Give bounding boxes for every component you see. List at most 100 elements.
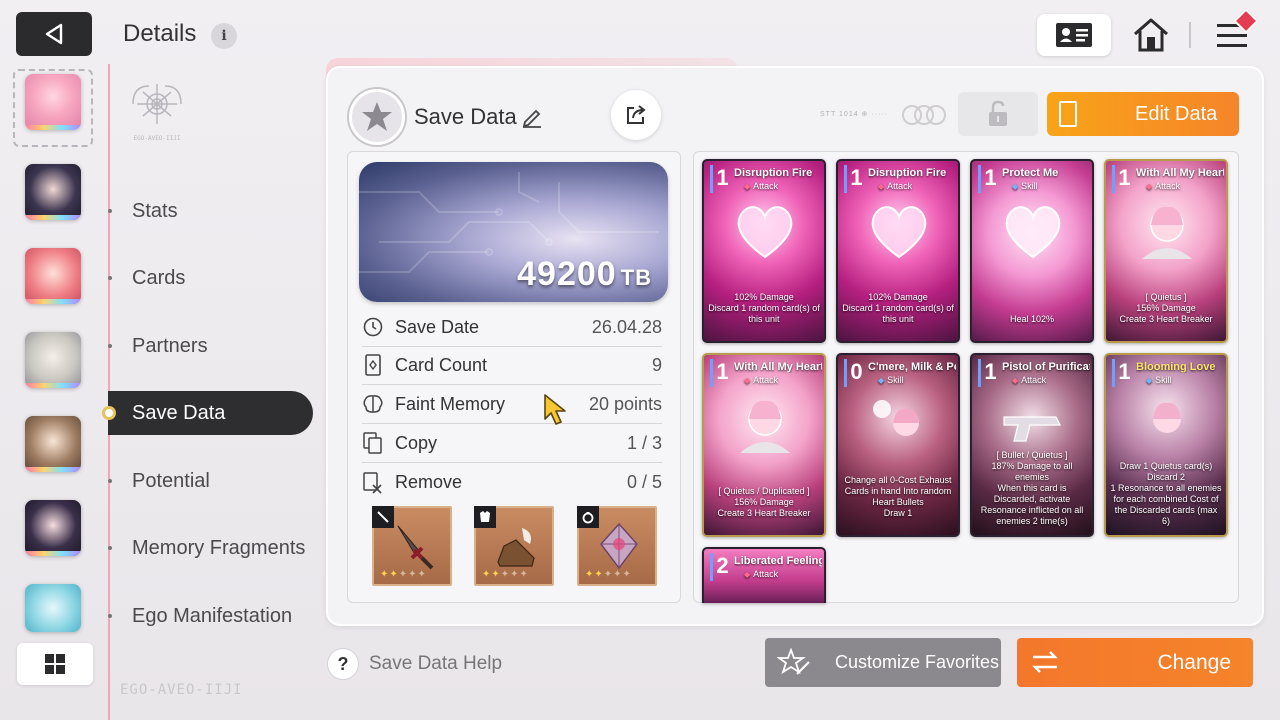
card-cost: 0 [844, 359, 866, 387]
brain-icon [362, 393, 384, 415]
card-icon [362, 354, 384, 376]
pistol-art-icon [1003, 416, 1061, 442]
help-button[interactable]: ? [327, 648, 359, 680]
card-item[interactable]: 1 With All My Heart! Attack [ Quietus ] … [1104, 159, 1228, 343]
nav-item-ego-manifestation[interactable]: Ego Manifestation [108, 594, 328, 638]
nav-item-potential[interactable]: Potential [108, 459, 313, 503]
avatar-character-2[interactable] [25, 164, 81, 220]
card-cost: 1 [710, 359, 732, 387]
equipment-slot-armor[interactable]: ✦✦✦✦✦ [474, 506, 554, 586]
card-cost: 1 [1112, 359, 1134, 387]
card-cost: 1 [978, 165, 1000, 193]
share-button[interactable] [611, 90, 661, 140]
avatar-character-6[interactable] [25, 500, 81, 556]
card-item[interactable]: 0 C'mere, Milk & Pong! Skill Change all … [836, 353, 960, 537]
edit-data-button[interactable]: Edit Data [1047, 92, 1239, 136]
change-button[interactable]: Change [1017, 638, 1253, 687]
stat-label: Copy [395, 432, 438, 453]
stat-value: 0 / 5 [626, 472, 662, 492]
tb-amount: 49200 [517, 255, 617, 293]
profile-button[interactable] [1037, 14, 1111, 56]
back-arrow-icon [45, 23, 63, 45]
nav-label: Potential [132, 469, 210, 492]
stat-row-remove: Remove 0 / 5 [362, 463, 662, 502]
page-title: Details [123, 20, 197, 47]
grid-view-button[interactable] [17, 643, 93, 685]
customize-favorites-button[interactable]: Customize Favorites [765, 638, 1001, 687]
equipment-slot-accessory[interactable]: ✦✦✦✦✦ [577, 506, 657, 586]
card-name: Blooming Love [1136, 361, 1216, 373]
card-item[interactable]: 2 Liberated Feelings Attack [702, 547, 826, 603]
card-name: With All My Heart! [734, 361, 822, 373]
swap-icon [1032, 651, 1058, 673]
card-item[interactable]: 1 Disruption Fire Attack 102% Damage Dis… [702, 159, 826, 343]
rings-icon [902, 105, 946, 125]
nav-item-save-data[interactable]: Save Data [102, 391, 313, 435]
nav-item-stats[interactable]: Stats [108, 189, 313, 233]
panel-serial-text: STT 1014 ⊕ ····· [820, 111, 889, 118]
stat-value: 26.04.28 [591, 316, 662, 337]
stat-row-faint-memory: Faint Memory 20 points [362, 385, 662, 424]
mouse-cursor-icon [543, 393, 571, 432]
armor-icon [474, 506, 496, 528]
home-icon [1134, 18, 1168, 52]
stat-value: 20 points [588, 393, 662, 414]
avatar-character-7[interactable] [25, 584, 81, 632]
rarity-stars: ✦✦✦✦✦ [380, 569, 427, 580]
pencil-icon [522, 109, 541, 128]
nav-bullet [108, 546, 112, 550]
nav-label: Partners [132, 334, 208, 357]
card-item[interactable]: 1 Protect Me Skill Heal 102% [970, 159, 1094, 343]
card-item[interactable]: 1 Blooming Love Skill Draw 1 Quietus car… [1104, 353, 1228, 537]
card-name: Protect Me [1002, 167, 1059, 179]
nav-item-cards[interactable]: Cards [108, 256, 313, 300]
card-cost: 1 [1112, 165, 1134, 193]
card-description: Draw 1 Quietus card(s) Discard 2 1 Reson… [1110, 461, 1222, 526]
avatar-character-4[interactable] [25, 332, 81, 388]
card-description: Change all 0-Cost Exhaust Cards in hand … [844, 475, 952, 518]
tb-banner: 49200 TB [359, 162, 668, 302]
heart-art-icon [1005, 206, 1061, 259]
avatar-character-5[interactable] [25, 416, 81, 472]
nav-item-memory-fragments[interactable]: Memory Fragments [108, 526, 328, 570]
character-art-icon [740, 400, 790, 453]
rename-button[interactable] [521, 106, 543, 133]
avatar-character-1[interactable] [25, 74, 81, 130]
save-data-title: Save Data [414, 104, 517, 129]
card-name: C'mere, Milk & Pong! [868, 361, 956, 373]
edit-data-label: Edit Data [1135, 102, 1218, 125]
card-description: [ Quietus ] 156% Damage Create 3 Heart B… [1119, 292, 1213, 324]
card-name: Disruption Fire [734, 167, 813, 179]
card-cost: 1 [710, 165, 732, 193]
remove-icon [362, 471, 384, 494]
card-description: 102% Damage Discard 1 random card(s) of … [708, 292, 820, 324]
card-type: Attack [878, 181, 912, 191]
back-button[interactable] [16, 12, 92, 56]
tb-unit: TB [620, 265, 652, 290]
card-item[interactable]: 1 With All My Heart! Attack [ Quietus / … [702, 353, 826, 537]
stat-label: Save Date [395, 316, 480, 337]
stat-row-save-date: Save Date 26.04.28 [362, 308, 662, 347]
card-item[interactable]: 1 Disruption Fire Attack 102% Damage Dis… [836, 159, 960, 343]
nav-bullet [108, 276, 112, 280]
card-type: Skill [1012, 181, 1038, 191]
nav-item-partners[interactable]: Partners [108, 324, 313, 368]
home-button[interactable] [1128, 14, 1174, 56]
profile-card-icon [1056, 23, 1092, 47]
heart-art-icon [871, 206, 927, 259]
card-name: Disruption Fire [868, 167, 947, 179]
rings-decoration [900, 101, 948, 129]
avatar-character-3[interactable] [25, 248, 81, 304]
nav-label: Ego Manifestation [132, 604, 293, 627]
card-item[interactable]: 1 Pistol of Purification Attack [ Bullet… [970, 353, 1094, 537]
edit-data-icon [1059, 101, 1077, 127]
nav-bullet [108, 209, 112, 213]
stat-label: Remove [395, 472, 463, 492]
star-icon [362, 102, 392, 131]
help-link[interactable]: Save Data Help [369, 653, 502, 675]
equipment-slot-weapon[interactable]: ✦✦✦✦✦ [372, 506, 452, 586]
card-name: Pistol of Purification [1002, 361, 1090, 373]
lock-button[interactable] [958, 92, 1038, 136]
info-icon[interactable]: i [211, 23, 237, 49]
card-cost: 1 [844, 165, 866, 193]
